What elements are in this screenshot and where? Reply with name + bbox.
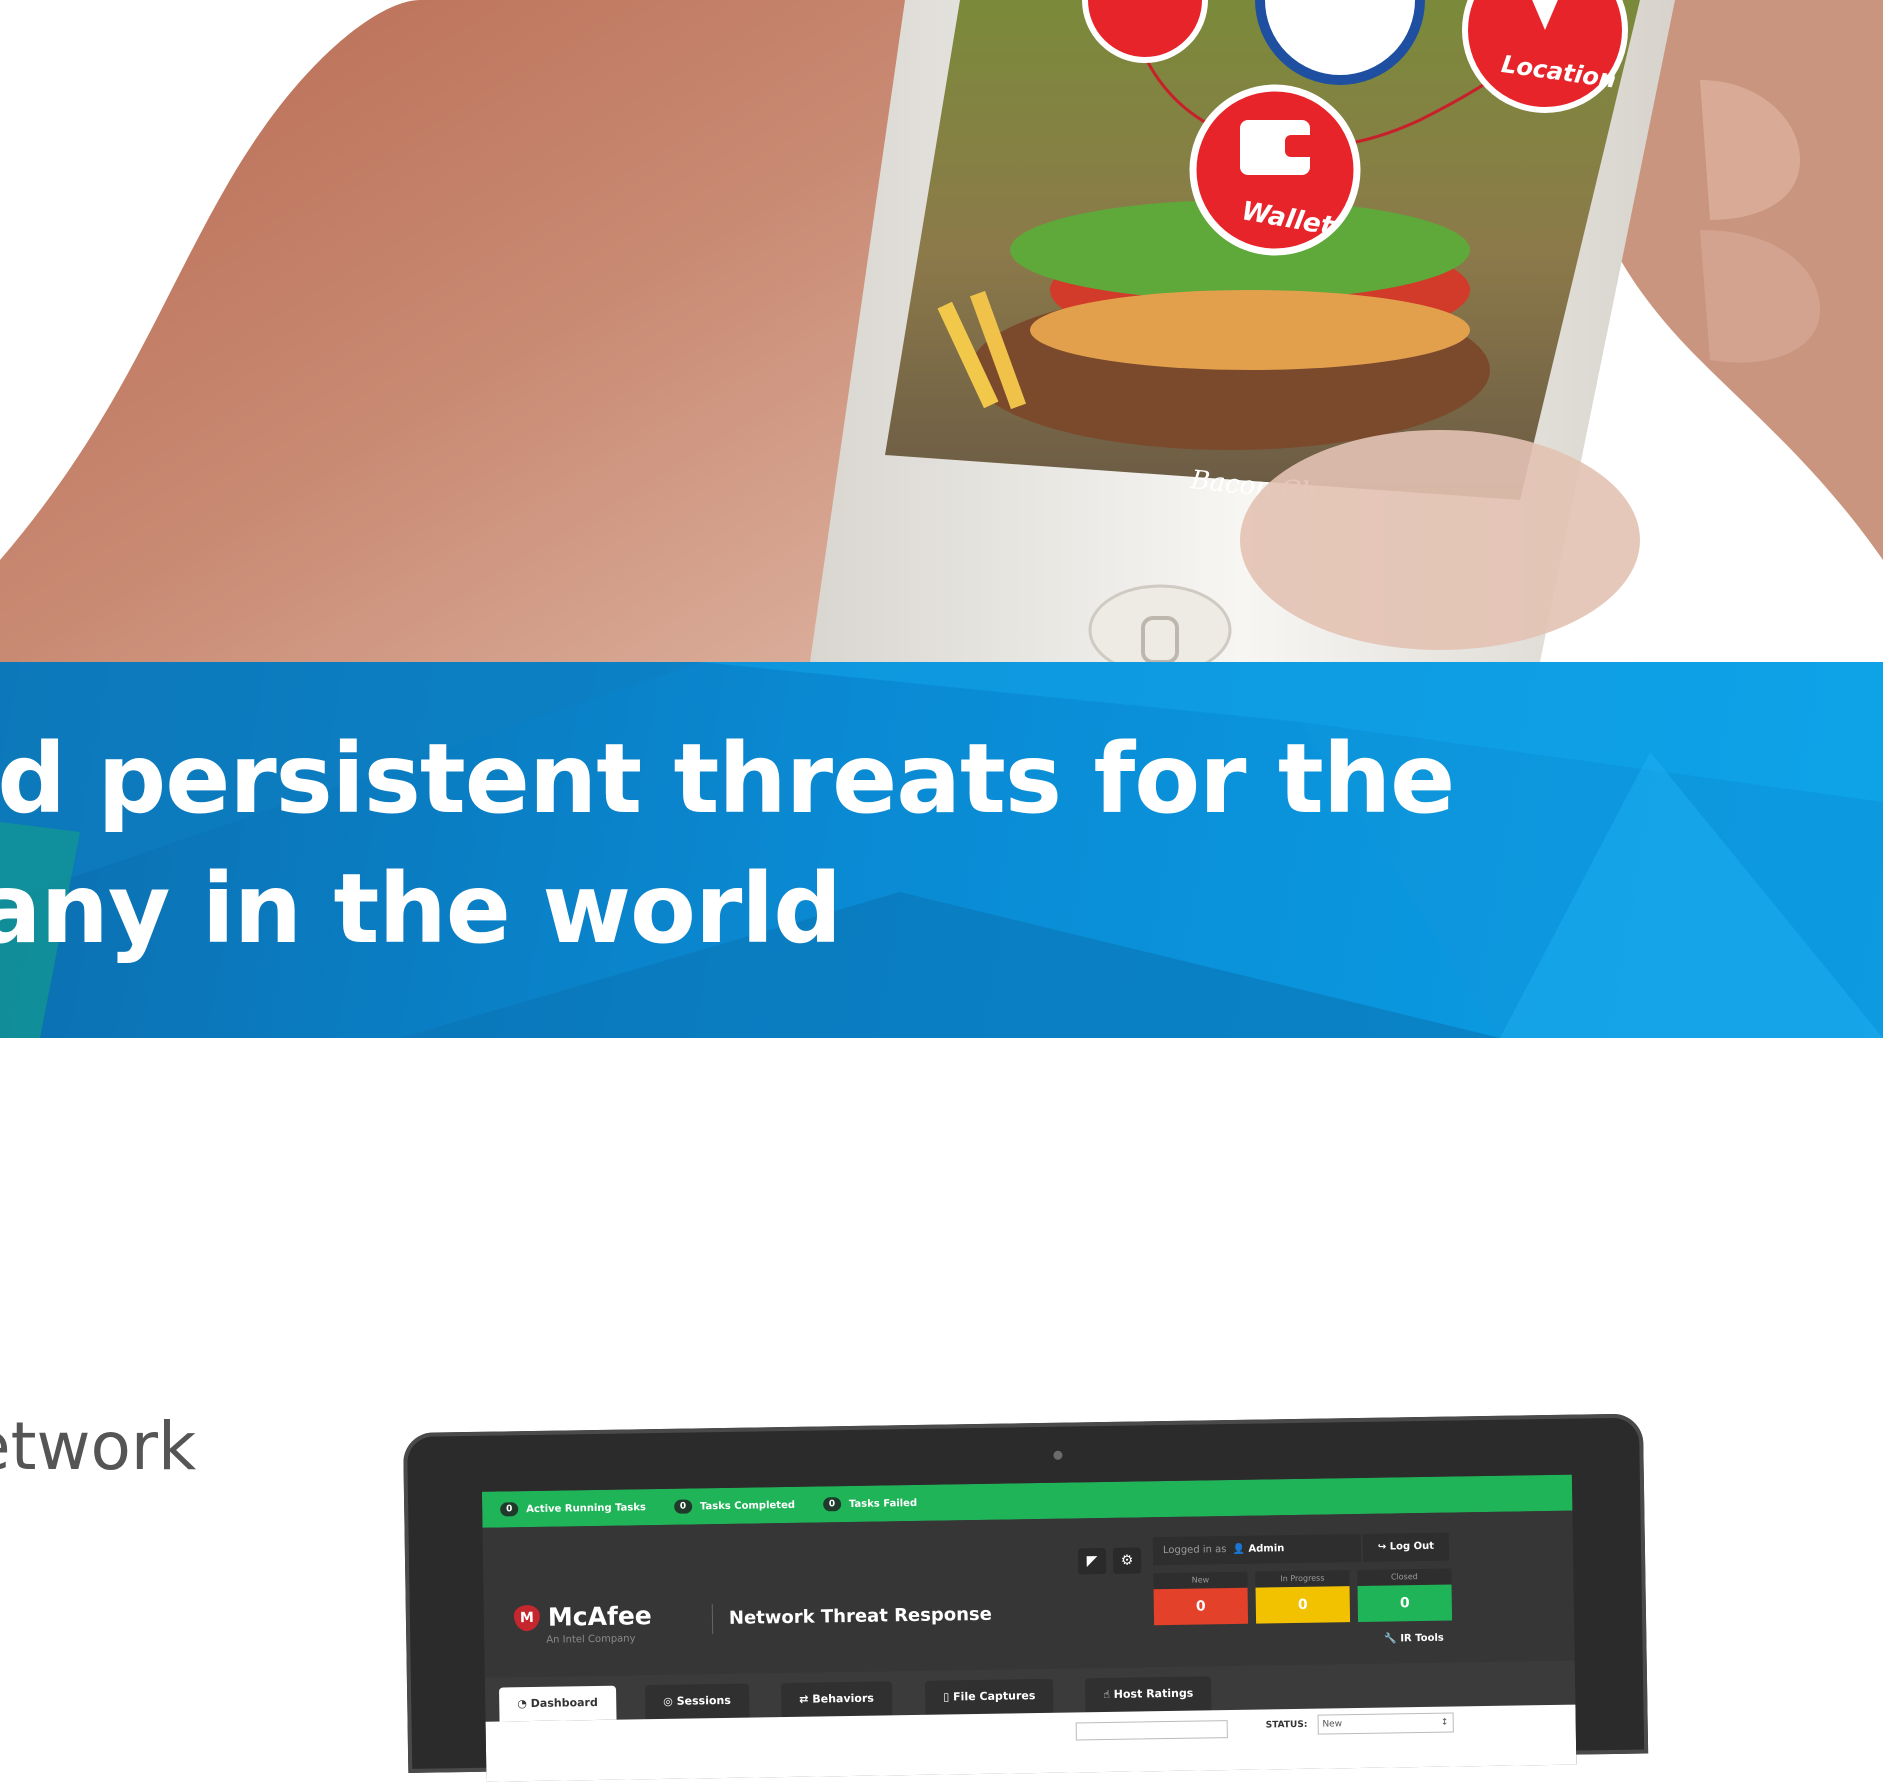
app-header: M McAfee An Intel Company Network Threat… [482,1510,1575,1678]
tasks-failed-count: 0 [822,1497,842,1512]
thumbs-up-icon: ☝ [1103,1687,1110,1702]
header-divider [711,1604,714,1635]
logged-in-prefix: Logged in as [1162,1544,1227,1557]
banner-headline-line1: nced persistent threats for the [0,723,1455,835]
gear-icon[interactable]: ⚙ [1112,1547,1142,1574]
counter-closed[interactable]: Closed 0 [1357,1568,1453,1623]
mcafee-logo[interactable]: M McAfee [513,1601,652,1632]
counter-in-progress-value: 0 [1255,1586,1351,1624]
tab-sessions[interactable]: ◎ Sessions [644,1683,750,1720]
tasks-failed-label: Tasks Failed [848,1497,918,1510]
rss-icon[interactable]: ◤ [1077,1547,1107,1575]
status-filter-label: STATUS: [1265,1719,1308,1731]
headline-banner: nced persistent threats for the mpany in… [0,662,1883,1038]
counter-closed-value: 0 [1357,1584,1453,1623]
tasks-completed-label: Tasks Completed [699,1499,796,1512]
laptop-camera [1053,1450,1063,1460]
laptop-bezel: 0 Active Running Tasks 0 Tasks Completed… [403,1413,1649,1782]
status-filter: STATUS: New ↕ [1265,1712,1454,1736]
hand-holding-phone-illustration: Location Wallet Bacon Ch [0,0,1883,662]
ir-tools-label: IR Tools [1400,1632,1444,1645]
logout-label: Log Out [1389,1540,1435,1553]
mcafee-shield-icon: M [513,1604,541,1631]
laptop-screen: 0 Active Running Tasks 0 Tasks Completed… [481,1474,1577,1782]
product-title: Network Threat Response [728,1603,993,1629]
select-caret-icon: ↕ [1440,1717,1449,1728]
counter-new-label: New [1153,1571,1248,1590]
counter-in-progress[interactable]: In Progress 0 [1255,1570,1351,1624]
tasks-completed[interactable]: 0 Tasks Completed [673,1498,796,1514]
logged-in-user: Admin [1248,1543,1285,1555]
banner-headline: nced persistent threats for the mpany in… [0,714,1455,974]
tasks-failed[interactable]: 0 Tasks Failed [822,1496,918,1512]
thumb-shape [1240,430,1640,650]
logout-icon: ↪ [1377,1541,1387,1553]
user-icon: 👤 [1232,1543,1246,1555]
laptop-mockup: 0 Active Running Tasks 0 Tasks Completed… [403,1413,1649,1782]
banner-headline-line2: mpany in the world [0,853,842,965]
file-icon: ▯ [943,1690,950,1704]
phone-home-button[interactable] [1088,584,1232,662]
brand-name: McAfee [547,1601,652,1632]
counter-in-progress-label: In Progress [1255,1570,1350,1588]
tab-behaviors[interactable]: ⇄ Behaviors [780,1681,893,1718]
active-tasks-count: 0 [500,1502,519,1517]
tasks-completed-count: 0 [673,1499,693,1514]
tab-sessions-label: Sessions [676,1693,731,1708]
active-running-tasks[interactable]: 0 Active Running Tasks [500,1500,647,1517]
wallet-app-button[interactable]: Wallet [1189,84,1361,256]
active-tasks-label: Active Running Tasks [526,1501,647,1515]
tab-dashboard[interactable]: ◔ Dashboard [499,1685,617,1722]
tab-host-ratings[interactable]: ☝ Host Ratings [1084,1676,1212,1713]
counter-new-value: 0 [1153,1587,1249,1626]
filter-input[interactable] [1075,1720,1228,1741]
tab-file-captures[interactable]: ▯ File Captures [924,1678,1054,1715]
tab-behaviors-label: Behaviors [812,1691,874,1706]
tab-file-captures-label: File Captures [953,1689,1036,1704]
logged-in-indicator: Logged in as 👤 Admin [1152,1533,1362,1566]
status-filter-select[interactable]: New ↕ [1317,1712,1454,1735]
hero-photo: Location Wallet Bacon Ch [0,0,1883,662]
logout-button[interactable]: ↪ Log Out [1362,1532,1450,1562]
ir-tools-link[interactable]: 🔧 IR Tools [1384,1633,1444,1645]
body-text-fragment: etwork [0,1408,197,1485]
tab-host-ratings-label: Host Ratings [1113,1686,1194,1701]
counter-closed-label: Closed [1357,1568,1452,1587]
globe-icon: ◎ [663,1694,673,1708]
wrench-icon: 🔧 [1384,1633,1397,1645]
shuffle-icon: ⇄ [799,1692,809,1706]
brand-subtitle: An Intel Company [546,1633,636,1646]
status-filter-value: New [1322,1719,1343,1730]
dashboard-icon: ◔ [517,1697,527,1711]
tab-dashboard-label: Dashboard [530,1695,598,1711]
counter-new[interactable]: New 0 [1153,1571,1249,1626]
